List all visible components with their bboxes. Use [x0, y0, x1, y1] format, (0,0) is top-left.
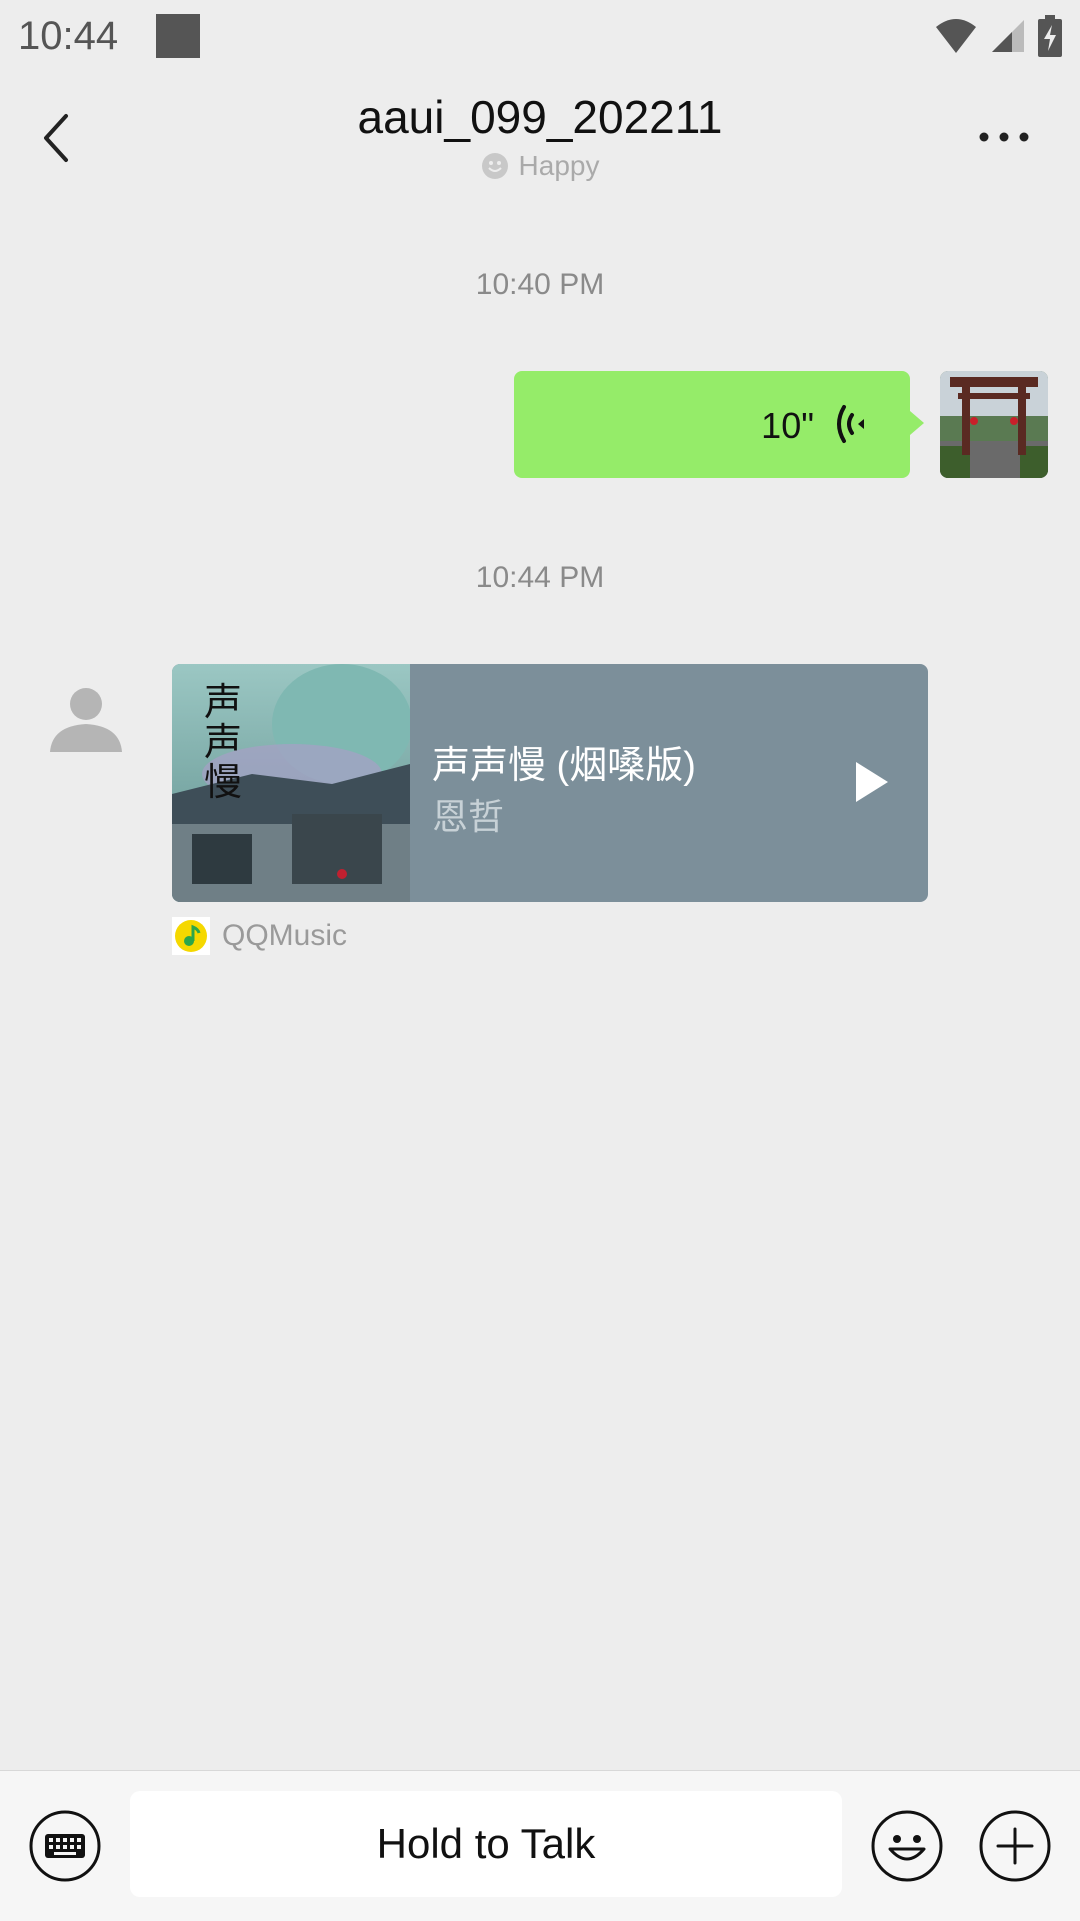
- album-cover-text: 声声慢: [204, 680, 243, 804]
- avatar-photo: [940, 371, 1048, 478]
- input-bar: Hold to Talk: [0, 1770, 1080, 1921]
- notification-square-icon: [156, 14, 200, 58]
- qqmusic-logo-icon: [172, 917, 210, 955]
- music-source: QQMusic: [172, 916, 347, 956]
- more-actions-button[interactable]: [978, 1809, 1052, 1883]
- music-source-label: QQMusic: [222, 919, 348, 952]
- happy-face-icon: [481, 153, 508, 179]
- music-share-card[interactable]: 声声慢 声声慢 (烟嗓版) 恩哲: [172, 664, 928, 902]
- status-icons: [934, 12, 1062, 60]
- wifi-icon: [936, 19, 976, 53]
- chat-status-label: Happy: [518, 150, 600, 181]
- play-icon: [856, 762, 888, 802]
- keyboard-toggle-button[interactable]: [28, 1809, 102, 1883]
- chat-title: aaui_099_202211: [357, 91, 723, 143]
- battery-charging-icon: [1038, 15, 1062, 57]
- voice-wave-icon: [837, 405, 864, 443]
- status-bar: 10:44: [0, 0, 1080, 72]
- self-avatar[interactable]: [940, 371, 1048, 478]
- status-time: 10:44: [18, 14, 119, 58]
- emoji-icon: [871, 1810, 943, 1882]
- play-button[interactable]: [852, 760, 892, 804]
- message-timestamp: 10:44 PM: [475, 561, 605, 594]
- voice-duration: 10": [761, 405, 814, 446]
- default-avatar-icon: [50, 688, 122, 752]
- album-cover: 声声慢: [172, 664, 412, 902]
- more-button[interactable]: [970, 112, 1040, 162]
- more-dots-icon: [979, 132, 1029, 142]
- hold-to-talk-button[interactable]: Hold to Talk: [130, 1791, 842, 1897]
- signal-icon: [992, 20, 1024, 52]
- chat-status: Happy: [0, 150, 1080, 182]
- message-timestamp: 10:40 PM: [475, 268, 605, 301]
- chat-header: aaui_099_202211 Happy: [0, 72, 1080, 202]
- keyboard-icon: [29, 1810, 101, 1882]
- contact-avatar[interactable]: [46, 682, 126, 754]
- song-artist: 恩哲: [432, 796, 505, 837]
- song-title: 声声慢 (烟嗓版): [432, 745, 696, 787]
- emoji-button[interactable]: [870, 1809, 944, 1883]
- voice-message-bubble[interactable]: 10": [514, 371, 924, 478]
- plus-icon: [979, 1810, 1051, 1882]
